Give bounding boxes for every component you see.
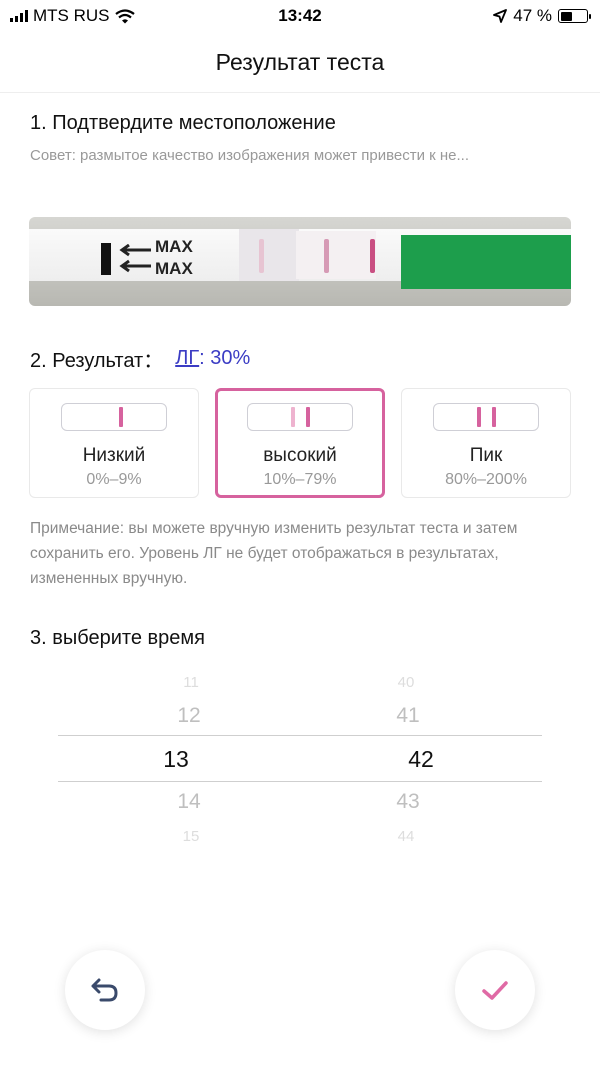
strip-faint-line — [259, 239, 264, 273]
card-range: 10%–79% — [263, 471, 337, 488]
manual-edit-note: Примечание: вы можете вручную изменить р… — [30, 520, 518, 587]
result-row: 2. Результат： ЛГ : 30% — [30, 344, 250, 373]
minute-option[interactable]: 43 — [396, 790, 419, 814]
card-range: 80%–200% — [445, 471, 527, 488]
minute-option[interactable]: 44 — [398, 828, 415, 845]
hour-option[interactable]: 15 — [183, 828, 200, 845]
result-card-peak[interactable]: Пик 80%–200% — [401, 388, 571, 498]
minute-option[interactable]: 41 — [396, 704, 419, 728]
test-strip-photo[interactable]: MAX MAX — [29, 217, 571, 306]
location-arrow-icon — [493, 9, 508, 23]
back-button[interactable] — [65, 950, 145, 1030]
card-label: высокий — [263, 445, 337, 466]
result-label: 2. Результат： — [30, 350, 164, 372]
result-card-high[interactable]: высокий 10%–79% — [215, 388, 385, 498]
section-time-title: 3. выберите время — [30, 627, 205, 649]
page-title: Результат теста — [215, 49, 385, 75]
time-picker[interactable]: 11 12 13 14 15 40 41 42 43 44 — [58, 670, 542, 850]
hour-option[interactable]: 14 — [177, 790, 200, 814]
strip-max-label-bottom: MAX — [155, 259, 193, 278]
strip-test-line — [324, 239, 329, 273]
image-quality-tip: Совет: размытое качество изображения мож… — [30, 147, 470, 164]
minute-option[interactable]: 40 — [398, 674, 415, 691]
hour-option[interactable]: 11 — [183, 674, 199, 691]
card-label: Пик — [469, 445, 503, 466]
hour-selected[interactable]: 13 — [163, 746, 189, 773]
card-label: Низкий — [82, 445, 146, 466]
navigation-bar: Результат теста — [0, 34, 600, 93]
status-bar: MTS RUS 13:42 47 % — [0, 0, 600, 34]
single-line-strip-icon — [61, 403, 167, 431]
strip-max-label-top: MAX — [155, 237, 193, 256]
result-card-low[interactable]: Низкий 0%–9% — [29, 388, 199, 498]
max-arrows-icon — [119, 244, 151, 273]
checkmark-icon — [482, 981, 508, 1000]
strip-control-line — [370, 239, 375, 273]
lh-link[interactable]: ЛГ — [175, 347, 199, 370]
undo-arrow-icon — [91, 978, 118, 1002]
picker-line-top — [58, 735, 542, 736]
double-line-strip-icon — [433, 403, 539, 431]
card-range: 0%–9% — [86, 471, 142, 488]
hour-option[interactable]: 12 — [177, 704, 200, 728]
section-location-title: 1. Подтвердите местоположение — [30, 112, 336, 134]
picker-line-bottom — [58, 781, 542, 782]
confirm-button[interactable] — [455, 950, 535, 1030]
minute-selected[interactable]: 42 — [408, 746, 434, 773]
faint-double-line-strip-icon — [247, 403, 353, 431]
battery-icon — [558, 9, 591, 23]
lh-value: : 30% — [199, 347, 251, 369]
battery-percent: 47 % — [513, 6, 552, 25]
